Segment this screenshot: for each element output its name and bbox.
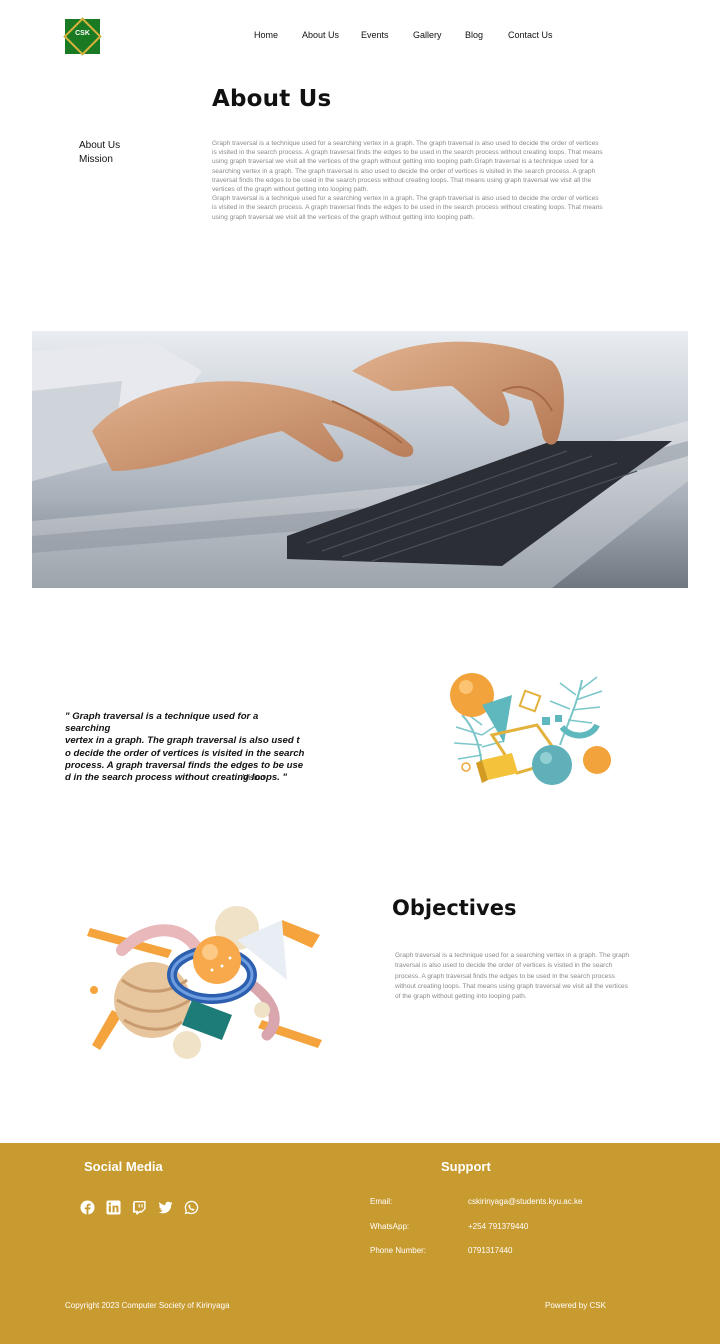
powered-by-text: Powered by CSK — [545, 1301, 606, 1310]
phone-value-link[interactable]: 0791317440 — [468, 1246, 513, 1255]
email-label: Email: — [370, 1197, 393, 1206]
site-footer: Social Media Support Email: cskirinyaga@… — [0, 1143, 720, 1344]
abstract-shapes-illustration-1 — [450, 673, 611, 785]
nav-blog-link[interactable]: Blog — [465, 30, 483, 40]
copyright-text: Copyright 2023 Computer Society of Kirin… — [65, 1301, 230, 1310]
whatsapp-label: WhatsApp: — [370, 1222, 410, 1231]
social-icons-row — [80, 1200, 199, 1215]
side-link-mission[interactable]: Mission — [79, 154, 113, 165]
about-body-text: Graph traversal is a technique used for … — [212, 139, 604, 222]
nav-about-us-link[interactable]: About Us — [302, 30, 339, 40]
nav-events-link[interactable]: Events — [361, 30, 389, 40]
linkedin-icon[interactable] — [106, 1200, 121, 1215]
top-navigation: CSK Home About Us Events Gallery Blog Co… — [0, 0, 720, 72]
support-heading: Support — [441, 1159, 491, 1174]
phone-label: Phone Number: — [370, 1246, 427, 1255]
laptop-typing-illustration — [32, 341, 688, 588]
nav-contact-us-link[interactable]: Contact Us — [508, 30, 553, 40]
side-link-about-us[interactable]: About Us — [79, 140, 120, 151]
about-us-heading: About Us — [212, 86, 332, 112]
objectives-heading: Objectives — [392, 896, 517, 920]
twitch-icon[interactable] — [132, 1200, 147, 1215]
vision-label: Vision — [243, 773, 265, 782]
social-media-heading: Social Media — [84, 1159, 163, 1174]
logo-text: CSK — [75, 30, 90, 37]
about-paragraph-1: Graph traversal is a technique used for … — [212, 140, 603, 194]
abstract-shapes-illustration-2 — [87, 906, 322, 1059]
about-paragraph-2: Graph traversal is a technique used for … — [212, 195, 603, 221]
nav-gallery-link[interactable]: Gallery — [413, 30, 442, 40]
twitter-icon[interactable] — [158, 1200, 173, 1215]
csk-logo[interactable]: CSK — [63, 17, 102, 56]
hero-laptop-image — [32, 331, 688, 588]
vision-quote: " Graph traversal is a technique used fo… — [65, 711, 305, 784]
whatsapp-icon[interactable] — [184, 1200, 199, 1215]
objectives-body-text: Graph traversal is a technique used for … — [395, 952, 630, 1001]
facebook-icon[interactable] — [80, 1200, 95, 1215]
whatsapp-value-link[interactable]: +254 791379440 — [468, 1222, 528, 1231]
email-value-link[interactable]: cskirinyaga@students.kyu.ac.ke — [468, 1197, 582, 1206]
nav-home-link[interactable]: Home — [254, 30, 278, 40]
